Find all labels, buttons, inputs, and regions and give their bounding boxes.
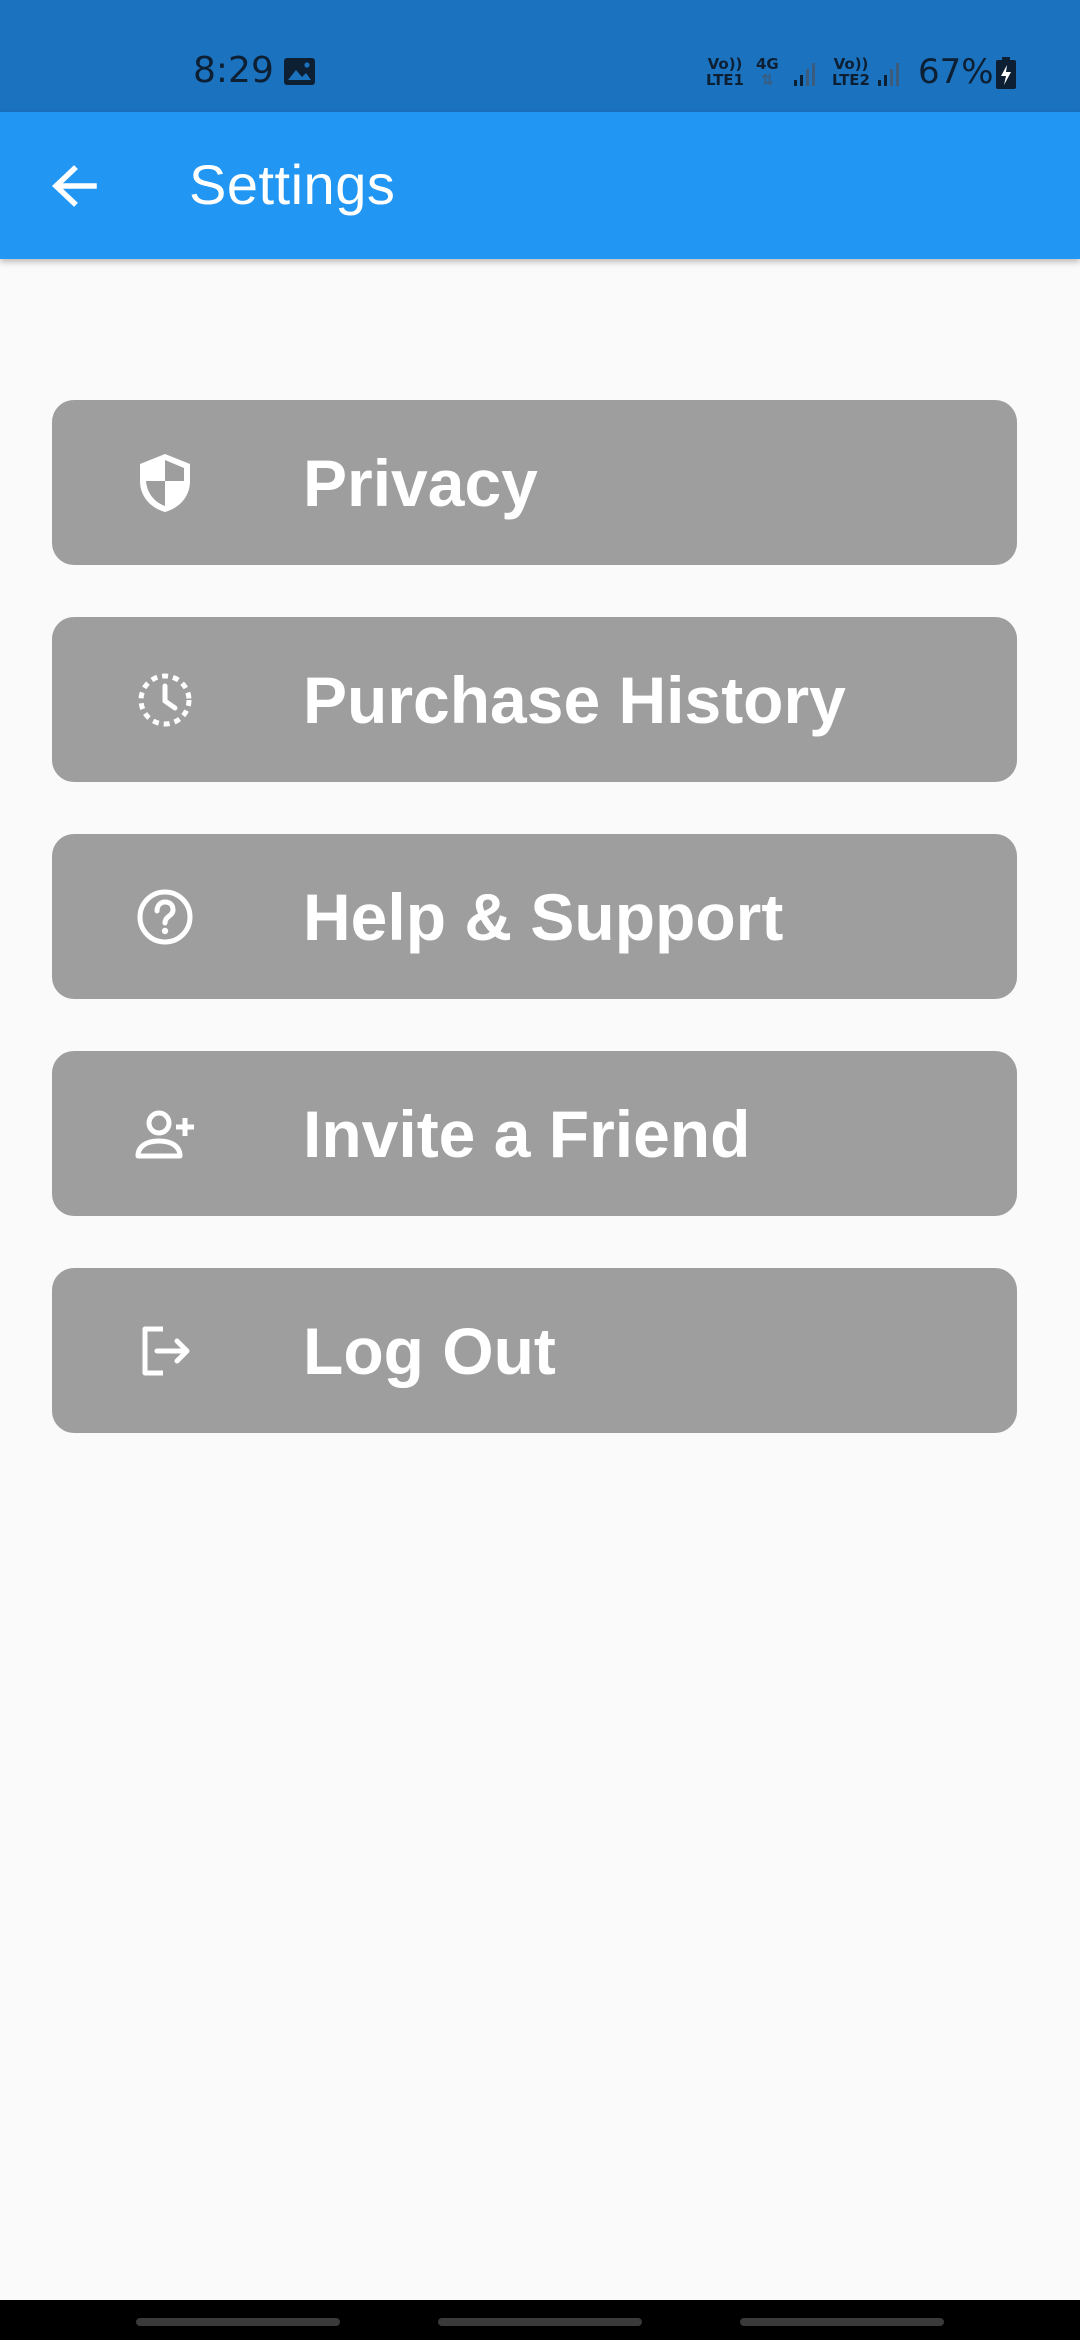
arrow-back-icon [51, 165, 97, 207]
nav-home-pill[interactable] [438, 2318, 642, 2326]
network-type-indicator: 4G ⇅ [756, 56, 779, 88]
status-bar: 8:29 Vo)) LTE1 4G ⇅ Vo)) LTE2 67% [0, 0, 1080, 112]
system-navigation-bar [0, 2300, 1080, 2340]
help-icon [132, 884, 198, 950]
back-button[interactable] [40, 156, 108, 216]
image-notification-icon [284, 58, 315, 85]
volte-label-2: Vo)) [833, 55, 869, 73]
volte-indicator-2: Vo)) LTE2 [832, 56, 870, 88]
history-icon [132, 667, 198, 733]
shield-icon [132, 450, 198, 516]
menu-item-label: Purchase History [303, 662, 846, 737]
network-type-label: 4G [756, 55, 779, 73]
person-add-icon [132, 1101, 198, 1167]
status-time: 8:29 [193, 50, 274, 91]
signal-strength-icon-2 [878, 63, 899, 86]
data-arrows-icon: ⇅ [761, 71, 774, 89]
settings-menu: Privacy Purchase History Help & Support [52, 400, 1017, 1485]
lte-label-1: LTE1 [706, 71, 744, 89]
menu-item-purchase-history[interactable]: Purchase History [52, 617, 1017, 782]
logout-icon [132, 1318, 198, 1384]
page-title: Settings [189, 153, 396, 216]
volte-indicator-1: Vo)) LTE1 [706, 56, 744, 88]
menu-item-help-support[interactable]: Help & Support [52, 834, 1017, 999]
menu-item-label: Log Out [303, 1313, 556, 1388]
menu-item-privacy[interactable]: Privacy [52, 400, 1017, 565]
nav-recents-pill[interactable] [136, 2318, 340, 2326]
menu-item-invite-friend[interactable]: Invite a Friend [52, 1051, 1017, 1216]
menu-item-log-out[interactable]: Log Out [52, 1268, 1017, 1433]
menu-item-label: Help & Support [303, 879, 784, 954]
volte-label-1: Vo)) [707, 55, 743, 73]
lte-label-2: LTE2 [832, 71, 870, 89]
menu-item-label: Invite a Friend [303, 1096, 751, 1171]
menu-item-label: Privacy [303, 445, 538, 520]
nav-back-pill[interactable] [740, 2318, 944, 2326]
battery-percent: 67% [918, 52, 994, 92]
signal-strength-icon-1 [794, 63, 815, 86]
battery-charging-icon [996, 57, 1016, 89]
app-bar: Settings [0, 112, 1080, 259]
